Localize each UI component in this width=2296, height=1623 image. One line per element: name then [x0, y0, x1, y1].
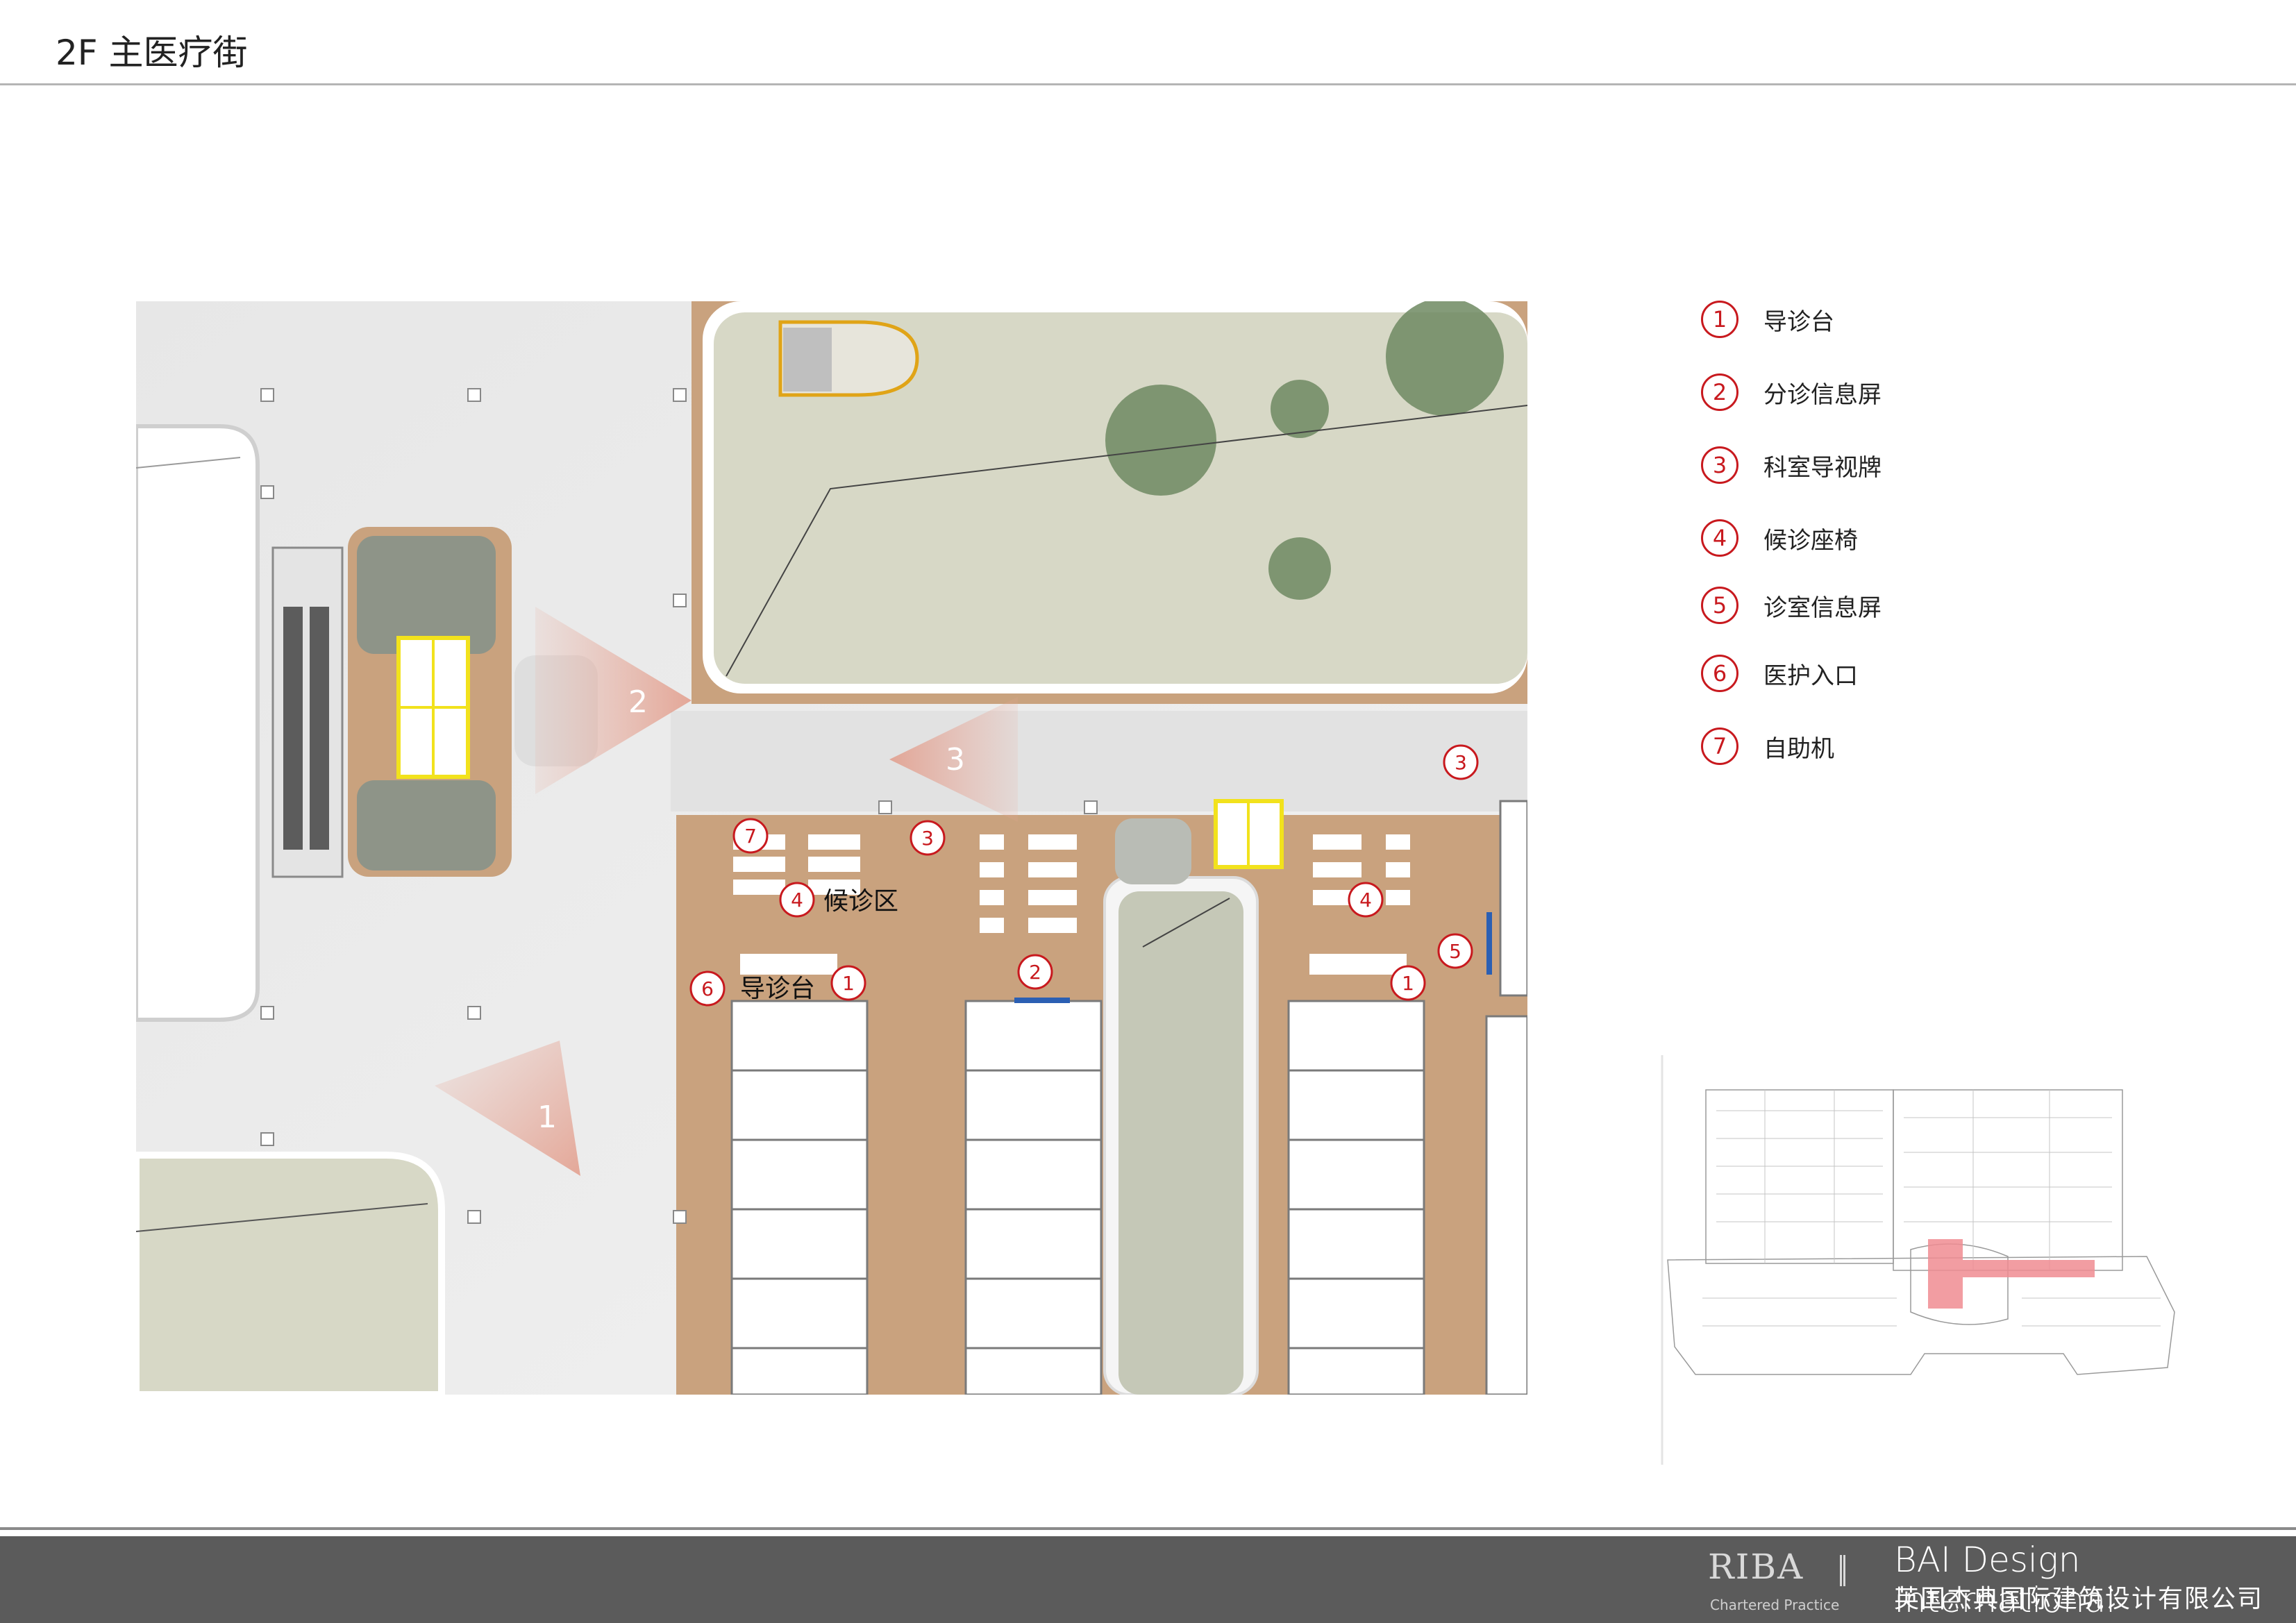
riba-chartered: Chartered Practice [1710, 1597, 1840, 1613]
svg-text:3: 3 [921, 827, 934, 850]
legend-item: 7 自助机 [1701, 722, 1834, 771]
key-plan-highlight [1928, 1239, 1963, 1309]
title-divider [0, 83, 2296, 85]
key-plan [1661, 1048, 2188, 1465]
svg-text:4: 4 [791, 889, 803, 911]
guide-desk-label: 导诊台 [740, 975, 815, 1003]
svg-text:4: 4 [1359, 889, 1372, 911]
legend-item: 6 医护入口 [1701, 649, 1858, 698]
riba-logo: RIBA [1708, 1547, 1804, 1587]
page-title: 2F 主医疗街 [56, 33, 248, 73]
floor-plan: 2 3 1 7 3 4 2 6 1 3 4 5 1 候诊区 导诊台 [136, 301, 1527, 1395]
svg-text:2: 2 [628, 684, 648, 720]
company-name-cn: 英国杰典国际建筑设计有限公司 [1894, 1585, 2264, 1613]
legend-item: 5 诊室信息屏 [1701, 581, 1882, 630]
legend-item: 1 导诊台 [1701, 295, 1834, 344]
tree [1268, 537, 1331, 600]
tree [1271, 380, 1329, 438]
riba-mark-icon [1840, 1555, 1845, 1586]
legend-item: 3 科室导视牌 [1701, 441, 1882, 489]
svg-text:3: 3 [1455, 751, 1467, 774]
svg-text:1: 1 [537, 1100, 557, 1135]
legend-item: 2 分诊信息屏 [1701, 368, 1882, 417]
svg-text:3: 3 [946, 742, 965, 777]
svg-text:5: 5 [1449, 940, 1461, 963]
svg-text:2: 2 [1029, 961, 1041, 984]
svg-text:7: 7 [744, 825, 757, 848]
atrium-wall [136, 424, 260, 1022]
tree [1386, 301, 1504, 416]
waiting-area-label: 候诊区 [823, 887, 898, 916]
footer-divider [0, 1527, 2296, 1530]
svg-text:1: 1 [1402, 972, 1414, 995]
main-corridor [671, 711, 1527, 812]
svg-text:6: 6 [701, 977, 714, 1000]
lower-garden [136, 1152, 445, 1395]
tree [1105, 385, 1216, 496]
svg-text:1: 1 [842, 972, 855, 995]
legend-item: 4 候诊座椅 [1701, 514, 1858, 562]
